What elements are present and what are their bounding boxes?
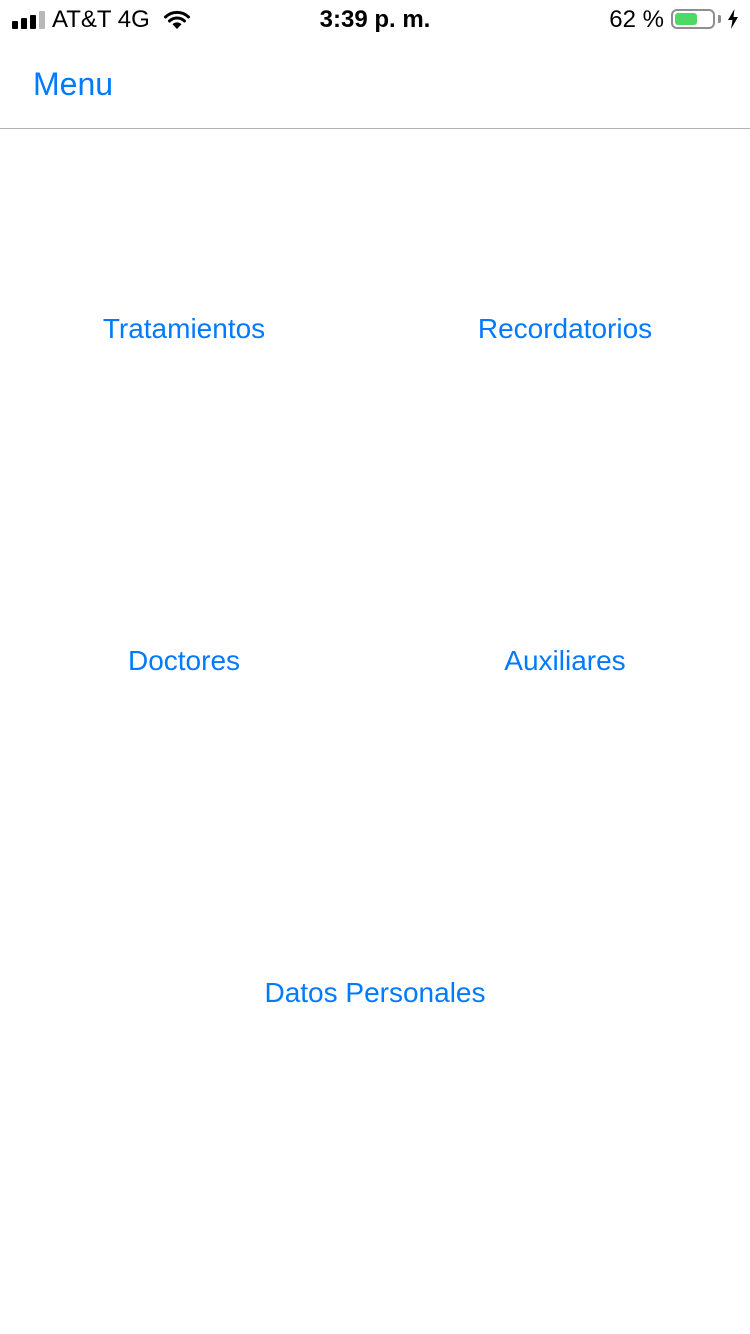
status-bar: AT&T 4G 3:39 p. m. 62 % <box>0 0 750 40</box>
menu-back-button[interactable]: Menu <box>33 64 113 104</box>
battery-percentage: 62 % <box>609 6 664 33</box>
doctores-button[interactable]: Doctores <box>0 643 368 679</box>
recordatorios-button[interactable]: Recordatorios <box>380 311 750 347</box>
battery-icon <box>671 9 715 29</box>
datos-personales-button[interactable]: Datos Personales <box>0 975 750 1011</box>
tratamientos-button[interactable]: Tratamientos <box>0 311 368 347</box>
battery-cap <box>718 15 721 23</box>
battery-level-fill <box>675 13 697 25</box>
charging-bolt-icon <box>728 9 738 29</box>
navigation-bar: Menu <box>0 40 750 129</box>
auxiliares-button[interactable]: Auxiliares <box>380 643 750 679</box>
